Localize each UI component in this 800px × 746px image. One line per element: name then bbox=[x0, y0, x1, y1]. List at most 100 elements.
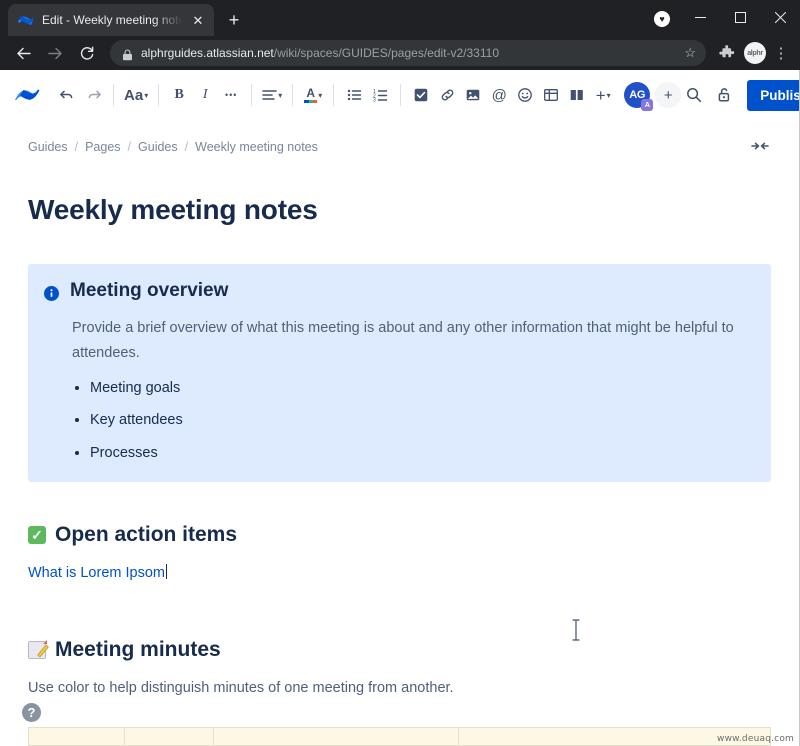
section-heading-meeting-minutes[interactable]: Meeting minutes bbox=[28, 638, 771, 662]
list-item[interactable]: Processes bbox=[90, 445, 751, 462]
collapse-sidebar-icon[interactable] bbox=[751, 140, 769, 155]
table-cell[interactable] bbox=[125, 728, 214, 746]
section-heading-label: Meeting minutes bbox=[55, 638, 221, 662]
align-button[interactable]: ▾ bbox=[259, 80, 285, 110]
color-swatch bbox=[304, 100, 317, 103]
reload-icon[interactable] bbox=[72, 39, 102, 67]
layout-button[interactable] bbox=[564, 80, 590, 110]
minimize-button[interactable] bbox=[680, 0, 720, 34]
table-cell[interactable] bbox=[214, 728, 459, 746]
back-icon[interactable] bbox=[8, 39, 38, 67]
info-panel: Meeting overview Provide a brief overvie… bbox=[28, 264, 771, 482]
confluence-favicon bbox=[18, 12, 34, 28]
redo-button[interactable] bbox=[80, 80, 106, 110]
address-bar[interactable]: alphrguides.atlassian.net/wiki/spaces/GU… bbox=[110, 40, 706, 66]
add-collaborator-button[interactable]: + bbox=[655, 82, 681, 108]
new-tab-button[interactable]: + bbox=[220, 6, 248, 34]
memo-emoji bbox=[28, 641, 46, 659]
profile-button[interactable]: alphr bbox=[742, 40, 768, 66]
browser-window: Edit - Weekly meeting notes - Gu ✕ + ♥ bbox=[0, 0, 800, 746]
window-controls bbox=[680, 0, 800, 34]
heart-badge-icon: ♥ bbox=[654, 11, 670, 27]
lock-icon bbox=[122, 48, 133, 59]
task-list-button[interactable] bbox=[408, 80, 434, 110]
confluence-logo-icon[interactable] bbox=[14, 80, 40, 110]
tab-close-icon[interactable]: ✕ bbox=[190, 12, 206, 28]
browser-menu-icon[interactable]: ⋮ bbox=[770, 46, 792, 61]
breadcrumb-separator: / bbox=[128, 140, 131, 154]
confluence-page: Aa ▾ B I ••• ▾ A bbox=[0, 70, 800, 746]
breadcrumb-item-1[interactable]: Pages bbox=[85, 140, 120, 154]
close-window-button[interactable] bbox=[760, 0, 800, 34]
toolbar-divider bbox=[113, 84, 114, 106]
breadcrumb-item-0[interactable]: Guides bbox=[28, 140, 68, 154]
mention-label: @ bbox=[492, 87, 507, 104]
restrictions-unlock-icon[interactable] bbox=[711, 80, 737, 110]
insert-group: @ + ▾ bbox=[408, 80, 616, 110]
avatar-badge: A bbox=[641, 99, 653, 111]
more-formatting-button[interactable]: ••• bbox=[218, 80, 244, 110]
help-button[interactable]: ? bbox=[22, 703, 41, 722]
editor-toolbar: Aa ▾ B I ••• ▾ A bbox=[0, 70, 799, 120]
open-action-items-text[interactable]: What is Lorem Ipsom bbox=[28, 564, 167, 581]
bookmark-star-icon[interactable]: ☆ bbox=[684, 45, 696, 61]
inline-format-group: B I ••• bbox=[166, 80, 244, 110]
list-item[interactable]: Meeting goals bbox=[90, 380, 751, 397]
url-host: alphrguides.atlassian.net bbox=[141, 46, 274, 60]
table-cell[interactable] bbox=[29, 728, 125, 746]
watermark: www.deuaq.com bbox=[717, 734, 794, 744]
collaborators-group: AG A + bbox=[624, 82, 681, 108]
numbered-list-button[interactable]: 123 bbox=[367, 80, 393, 110]
table-button[interactable] bbox=[538, 80, 564, 110]
image-button[interactable] bbox=[460, 80, 486, 110]
chevron-down-icon: ▾ bbox=[278, 91, 282, 100]
text-cursor-icon bbox=[571, 619, 581, 641]
minutes-table[interactable] bbox=[28, 727, 771, 746]
mention-button[interactable]: @ bbox=[486, 80, 512, 110]
breadcrumb-item-3[interactable]: Weekly meeting notes bbox=[195, 140, 318, 154]
profile-avatar: alphr bbox=[744, 42, 766, 64]
white-heavy-check-mark-emoji: ✓ bbox=[28, 526, 46, 544]
text-color-button[interactable]: A ▾ bbox=[300, 80, 326, 110]
toolbar-divider bbox=[158, 84, 159, 106]
toolbar-divider bbox=[333, 84, 334, 106]
toolbar-divider bbox=[400, 84, 401, 106]
meeting-minutes-hint[interactable]: Use color to help distinguish minutes of… bbox=[28, 680, 771, 696]
text-style-group[interactable]: Aa ▾ bbox=[121, 80, 151, 110]
search-icon[interactable] bbox=[681, 80, 707, 110]
text-style-label: Aa bbox=[124, 87, 143, 104]
breadcrumb-separator: / bbox=[75, 140, 78, 154]
section-heading-open-action-items[interactable]: ✓ Open action items bbox=[28, 523, 771, 547]
maximize-button[interactable] bbox=[720, 0, 760, 34]
insert-more-button[interactable]: + ▾ bbox=[590, 80, 616, 110]
info-panel-body: Meeting overview Provide a brief overvie… bbox=[70, 280, 751, 462]
history-group bbox=[54, 80, 106, 110]
emoji-button[interactable] bbox=[512, 80, 538, 110]
table-row[interactable] bbox=[29, 728, 771, 746]
page-title[interactable]: Weekly meeting notes bbox=[28, 194, 771, 226]
toolbar-divider bbox=[251, 84, 252, 106]
open-action-items-value: What is Lorem Ipsom bbox=[28, 565, 165, 581]
chevron-down-icon: ▾ bbox=[607, 91, 611, 100]
avatar[interactable]: AG A bbox=[624, 82, 650, 108]
bullet-list-button[interactable] bbox=[341, 80, 367, 110]
tab-title: Edit - Weekly meeting notes - Gu bbox=[42, 13, 182, 27]
tab-strip: Edit - Weekly meeting notes - Gu ✕ + ♥ bbox=[0, 0, 800, 36]
link-button[interactable] bbox=[434, 80, 460, 110]
info-panel-paragraph[interactable]: Provide a brief overview of what this me… bbox=[70, 316, 751, 366]
breadcrumb-item-2[interactable]: Guides bbox=[138, 140, 178, 154]
toolbar-right-group: Publish Close … bbox=[681, 80, 800, 111]
forward-icon[interactable] bbox=[40, 39, 70, 67]
breadcrumb: Guides / Pages / Guides / Weekly meeting… bbox=[28, 120, 771, 154]
text-caret bbox=[166, 564, 167, 579]
browser-tab[interactable]: Edit - Weekly meeting notes - Gu ✕ bbox=[8, 4, 214, 36]
text-style-button[interactable]: Aa ▾ bbox=[121, 80, 151, 110]
publish-button[interactable]: Publish bbox=[747, 80, 800, 111]
info-panel-heading[interactable]: Meeting overview bbox=[70, 280, 751, 302]
italic-label: I bbox=[203, 87, 208, 103]
undo-button[interactable] bbox=[54, 80, 80, 110]
italic-button[interactable]: I bbox=[192, 80, 218, 110]
bold-button[interactable]: B bbox=[166, 80, 192, 110]
list-item[interactable]: Key attendees bbox=[90, 412, 751, 429]
extensions-icon[interactable] bbox=[714, 40, 740, 66]
